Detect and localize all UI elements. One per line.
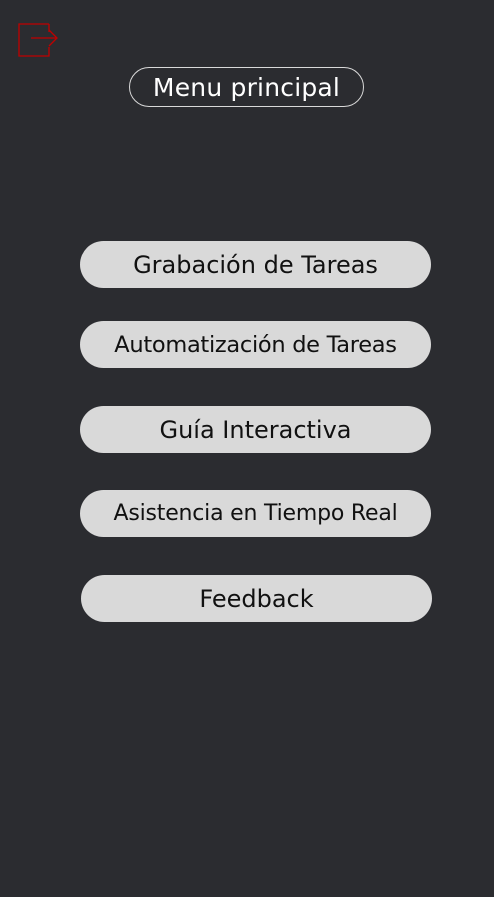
logout-button[interactable]	[17, 17, 59, 59]
automatizacion-de-tareas-button[interactable]: Automatización de Tareas	[80, 321, 431, 368]
feedback-button[interactable]: Feedback	[81, 575, 432, 622]
asistencia-en-tiempo-real-button[interactable]: Asistencia en Tiempo Real	[80, 490, 431, 537]
grabacion-de-tareas-button[interactable]: Grabación de Tareas	[80, 241, 431, 288]
guia-interactiva-button[interactable]: Guía Interactiva	[80, 406, 431, 453]
logout-icon	[18, 23, 58, 57]
page-title: Menu principal	[129, 67, 364, 107]
